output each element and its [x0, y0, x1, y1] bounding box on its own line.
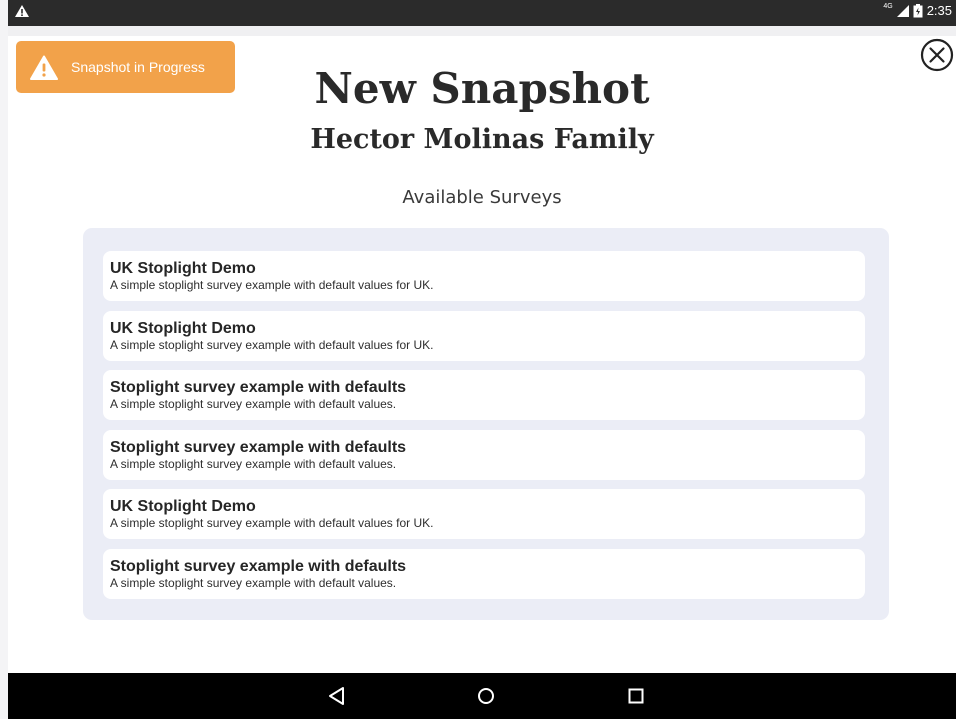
survey-description: A simple stoplight survey example with d…	[110, 278, 434, 292]
survey-item[interactable]: UK Stoplight Demo A simple stoplight sur…	[103, 251, 865, 301]
survey-description: A simple stoplight survey example with d…	[110, 575, 397, 590]
survey-item[interactable]: Stoplight survey example with defaults A…	[103, 548, 865, 599]
home-circle-icon[interactable]	[474, 684, 498, 708]
survey-description: A simple stoplight survey example with d…	[110, 337, 434, 352]
survey-item[interactable]: UK Stoplight Demo A simple stoplight sur…	[103, 310, 865, 361]
clock: 2:35	[926, 3, 952, 18]
available-surveys-heading: Available Surveys	[402, 187, 562, 208]
survey-title: Stoplight survey example with defaults	[110, 557, 407, 575]
network-type-label: 4G	[883, 3, 893, 10]
survey-title: UK Stoplight Demo	[110, 260, 256, 277]
signal-icon	[896, 4, 909, 17]
survey-title: UK Stoplight Demo	[110, 498, 256, 515]
back-triangle-icon[interactable]	[325, 684, 349, 708]
survey-title: Stoplight survey example with defaults	[110, 379, 407, 396]
recents-square-icon[interactable]	[624, 684, 648, 708]
navigation-bar	[8, 673, 956, 719]
survey-title: UK Stoplight Demo	[110, 319, 256, 337]
page-title: New Snapshot	[314, 64, 650, 113]
new-snapshot-screen: Snapshot in Progress New Snapshot Hector…	[8, 26, 956, 673]
survey-item[interactable]: Stoplight survey example with defaults A…	[103, 370, 865, 420]
family-name: Hector Molinas Family	[310, 124, 654, 155]
survey-description: A simple stoplight survey example with d…	[110, 456, 397, 471]
status-bar: 4G 2:35	[8, 0, 956, 26]
warning-triangle-icon	[15, 5, 29, 17]
battery-icon	[913, 3, 923, 17]
survey-list: UK Stoplight Demo A simple stoplight sur…	[83, 228, 889, 620]
survey-item[interactable]: Stoplight survey example with defaults A…	[103, 429, 865, 480]
survey-description: A simple stoplight survey example with d…	[110, 397, 397, 411]
survey-description: A simple stoplight survey example with d…	[110, 516, 434, 530]
survey-title: Stoplight survey example with defaults	[110, 438, 407, 456]
survey-item[interactable]: UK Stoplight Demo A simple stoplight sur…	[103, 489, 865, 539]
status-right-group: 4G 2:35	[883, 3, 952, 18]
